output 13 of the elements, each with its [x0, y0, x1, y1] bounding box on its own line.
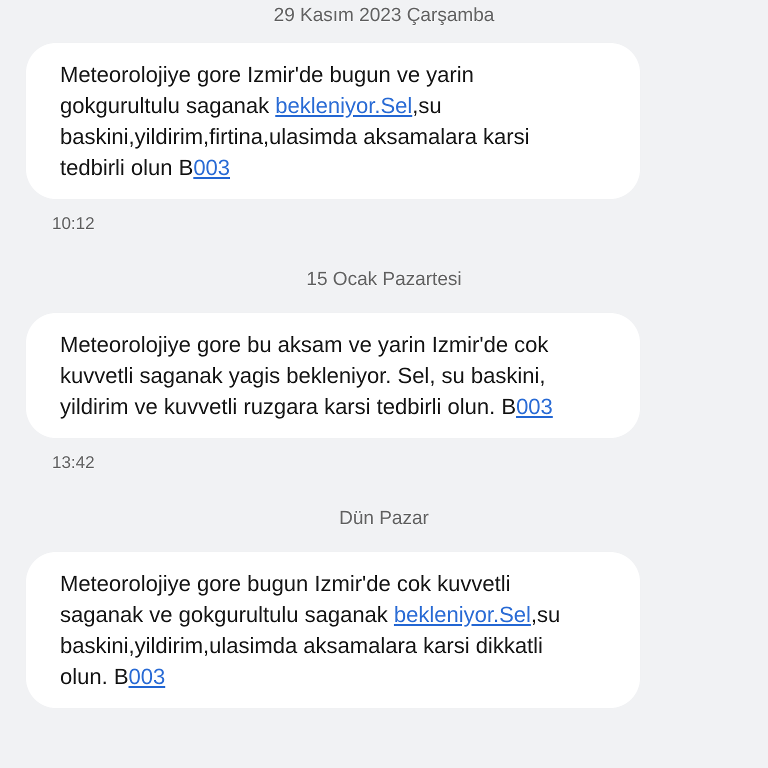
message-text: Meteorolojiye gore bu aksam ve yarin Izmir'de cok kuvvetli saganak yagis bekleniyor. Sel, su baskini, yildirim ve kuvvetli ruzgara karsi tedbirli olun. B003: [60, 330, 554, 421]
message-link[interactable]: 003: [193, 154, 230, 180]
message-link[interactable]: bekleniyor.Sel: [394, 602, 531, 626]
message-time: 13:42: [52, 452, 95, 474]
message-text: Meteorolojiye gore Izmir'de bugun ve yarin gokgurultulu saganak bekleniyor.Sel,su baskini,yildirim,firtina,ulasimda aksamalara karsi tedbirli olun B003: [60, 60, 530, 182]
date-separator: 15 Ocak Pazartesi: [305, 268, 463, 292]
message-link[interactable]: 003: [516, 394, 553, 418]
message-link[interactable]: bekleniyor.Sel: [275, 92, 412, 118]
date-separator: 29 Kasım 2023 Çarşamba: [272, 4, 496, 28]
message-text: Meteorolojiye gore bugun Izmir'de cok kuvvetli saganak ve gokgurultulu saganak bekleniyor.Sel,su baskini,yildirim,ulasimda aksamalara karsi dikkatli olun. B003: [60, 570, 562, 690]
message-time: 10:12: [52, 212, 95, 234]
date-separator: Dün Pazar: [338, 507, 430, 531]
message-link[interactable]: 003: [128, 664, 166, 688]
